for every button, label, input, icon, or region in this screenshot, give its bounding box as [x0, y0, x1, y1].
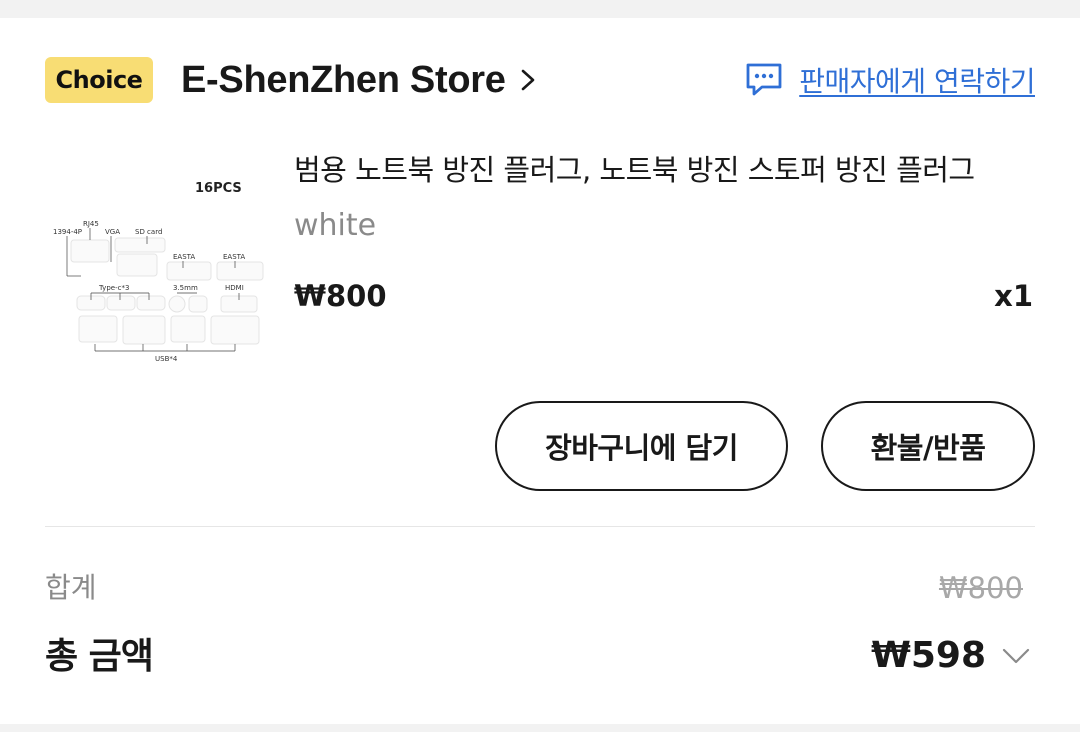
product-quantity: x1	[994, 279, 1033, 313]
image-label-35mm: 3.5mm	[173, 284, 198, 292]
subtotal-label: 합계	[45, 571, 97, 604]
image-label-hdmi: HDMI	[225, 284, 244, 292]
image-label-usb: USB*4	[155, 355, 178, 363]
subtotal-value: ₩800	[938, 571, 1023, 605]
store-link[interactable]: E-ShenZhen Store	[181, 59, 536, 102]
total-amount-label: 총 금액	[45, 636, 154, 677]
image-label-vga: VGA	[105, 228, 120, 236]
total-amount-value: ₩598	[871, 635, 986, 676]
image-label-pcs: 16PCS	[195, 181, 242, 196]
image-label-easta-1: EASTA	[173, 253, 195, 261]
product-title[interactable]: 범용 노트북 방진 플러그, 노트북 방진 스토퍼 방진 플러그	[294, 148, 1035, 192]
refund-return-button[interactable]: 환불/반품	[821, 401, 1035, 491]
image-label-sd: SD card	[135, 228, 162, 236]
total-amount-toggle[interactable]: ₩598	[871, 631, 1030, 681]
product-price: ₩800	[294, 279, 387, 313]
image-label-rj45: RJ45	[83, 220, 99, 228]
contact-seller-label: 판매자에게 연락하기	[799, 65, 1035, 98]
image-label-1394: 1394-4P	[53, 228, 82, 236]
order-item-card: Choice E-ShenZhen Store 판매자에게 연락하기 16PCS…	[0, 18, 1080, 724]
chat-icon	[746, 63, 782, 96]
store-header: Choice E-ShenZhen Store 판매자에게 연락하기	[45, 56, 1035, 104]
image-label-easta-2: EASTA	[223, 253, 245, 261]
chevron-down-icon	[1002, 648, 1030, 664]
product-variant: white	[294, 208, 377, 243]
add-to-cart-button[interactable]: 장바구니에 담기	[495, 401, 788, 491]
contact-seller-link[interactable]: 판매자에게 연락하기	[745, 60, 1035, 100]
image-label-typec: Type-c*3	[98, 284, 129, 292]
divider	[45, 526, 1035, 527]
store-name: E-ShenZhen Store	[181, 58, 506, 101]
chevron-right-icon	[521, 69, 534, 91]
product-image[interactable]: 16PCS RJ45 1394-4P VGA SD card EASTA EAS…	[45, 150, 271, 376]
choice-badge: Choice	[45, 57, 153, 103]
